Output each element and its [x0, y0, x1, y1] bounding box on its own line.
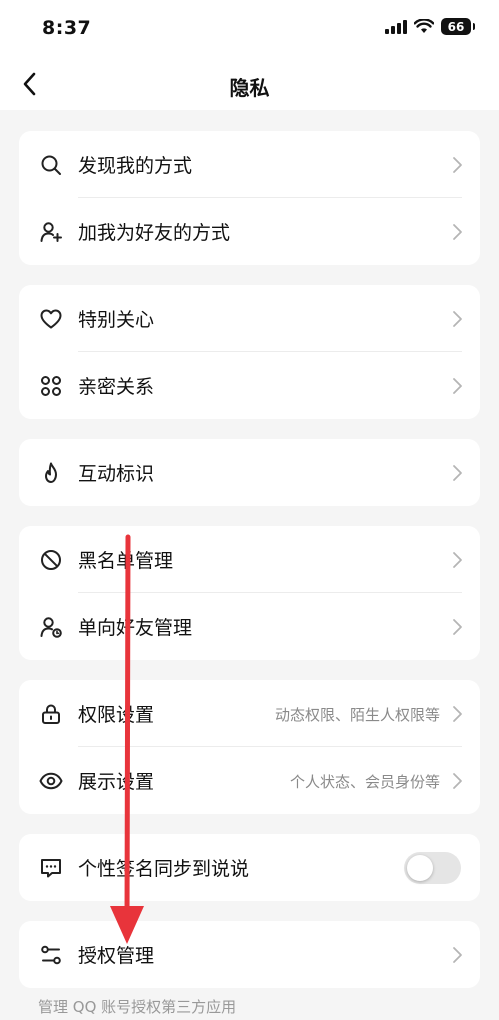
menu-item-special-care[interactable]: 特别关心	[19, 285, 480, 352]
chevron-right-icon	[453, 224, 462, 240]
card-discovery: 发现我的方式 加我为好友的方式	[19, 131, 480, 265]
menu-item-intimate-relationship[interactable]: 亲密关系	[19, 352, 480, 419]
toggle-knob	[407, 855, 433, 881]
message-icon	[41, 859, 61, 878]
menu-item-add-friend-method[interactable]: 加我为好友的方式	[19, 198, 480, 265]
chevron-right-icon	[453, 619, 462, 635]
search-icon	[41, 155, 61, 175]
add-friend-icon	[40, 222, 62, 242]
heart-icon	[40, 309, 62, 329]
menu-item-label: 发现我的方式	[78, 155, 193, 177]
flame-icon	[45, 462, 57, 483]
menu-item-description: 个人状态、会员身份等	[289, 773, 440, 791]
lock-icon	[42, 704, 60, 724]
chevron-right-icon	[453, 773, 462, 789]
menu-item-one-way-friends[interactable]: 单向好友管理	[19, 593, 480, 660]
signature-sync-toggle[interactable]	[404, 852, 461, 884]
menu-item-signature-sync: 个性签名同步到说说	[19, 834, 480, 901]
card-friend-management: 黑名单管理 单向好友管理	[19, 526, 480, 660]
intimacy-icon	[41, 376, 61, 396]
block-icon	[41, 550, 61, 570]
status-bar: 8:37 66	[0, 0, 499, 60]
menu-item-authorization-management[interactable]: 授权管理	[19, 921, 480, 988]
menu-item-label: 权限设置	[78, 704, 155, 726]
status-time: 8:37	[42, 17, 92, 39]
card-relationships: 特别关心 亲密关系	[19, 285, 480, 419]
chevron-right-icon	[453, 378, 462, 394]
status-icons: 66	[385, 18, 475, 35]
menu-item-label: 个性签名同步到说说	[78, 858, 250, 880]
chevron-right-icon	[453, 947, 462, 963]
menu-item-label: 加我为好友的方式	[78, 222, 231, 244]
chevron-right-icon	[453, 311, 462, 327]
menu-item-label: 亲密关系	[78, 376, 155, 398]
menu-item-label: 互动标识	[78, 463, 155, 485]
menu-item-description: 动态权限、陌生人权限等	[274, 706, 440, 724]
chevron-right-icon	[453, 552, 462, 568]
page-title: 隐私	[229, 76, 270, 100]
card-permissions: 权限设置 动态权限、陌生人权限等 展示设置 个人状态、会员身份等	[19, 680, 480, 814]
menu-item-label: 特别关心	[78, 309, 155, 331]
menu-item-label: 单向好友管理	[78, 617, 193, 639]
chevron-right-icon	[453, 157, 462, 173]
menu-item-label: 黑名单管理	[78, 550, 174, 572]
menu-item-label: 授权管理	[78, 945, 155, 967]
chevron-right-icon	[453, 465, 462, 481]
menu-item-label: 展示设置	[78, 771, 155, 793]
chevron-right-icon	[453, 706, 462, 722]
menu-item-interaction-badge[interactable]: 互动标识	[19, 439, 480, 506]
menu-item-discover-me[interactable]: 发现我的方式	[19, 131, 480, 198]
card-signature-sync: 个性签名同步到说说	[19, 834, 480, 901]
navigation-bar: 隐私	[0, 60, 499, 110]
wifi-icon	[414, 19, 434, 33]
authorization-icon	[41, 945, 61, 965]
menu-item-permission-settings[interactable]: 权限设置 动态权限、陌生人权限等	[19, 680, 480, 747]
card-interaction: 互动标识	[19, 439, 480, 506]
card-authorization: 授权管理	[19, 921, 480, 988]
signal-icon	[385, 19, 407, 34]
battery-icon: 66	[441, 18, 475, 35]
menu-item-blacklist[interactable]: 黑名单管理	[19, 526, 480, 593]
menu-item-display-settings[interactable]: 展示设置 个人状态、会员身份等	[19, 747, 480, 814]
authorization-footnote: 管理 QQ 账号授权第三方应用	[38, 998, 237, 1016]
eye-icon	[39, 772, 63, 790]
one-way-friend-icon	[40, 617, 62, 638]
